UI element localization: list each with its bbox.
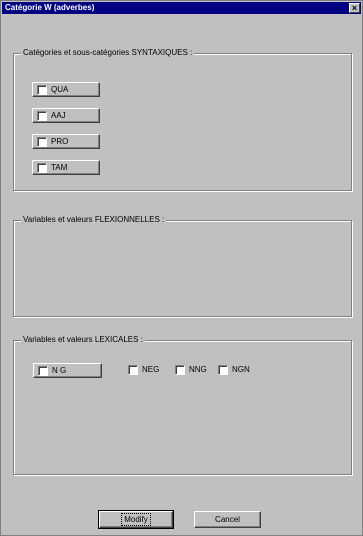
syntax-group: Catégories et sous-catégories SYNTAXIQUE…	[13, 48, 352, 191]
close-button[interactable]: ×	[349, 3, 360, 13]
qua-button[interactable]: QUA	[32, 82, 100, 97]
neg-checkbox[interactable]	[128, 365, 138, 375]
lex-group-title: Variables et valeurs LEXICALES :	[21, 335, 145, 345]
tam-checkbox[interactable]	[37, 163, 47, 173]
cancel-label: Cancel	[215, 515, 240, 524]
cancel-button[interactable]: Cancel	[194, 511, 261, 528]
neg-label: NEG	[142, 365, 160, 374]
nng-checkbox[interactable]	[175, 365, 185, 375]
modify-button[interactable]: Modify	[98, 510, 174, 529]
aaj-button[interactable]: AAJ	[32, 108, 100, 123]
pro-label: PRO	[51, 137, 69, 146]
title-bar: Catégorie W (adverbes) ×	[2, 2, 361, 14]
ng-label: N G	[52, 366, 67, 375]
close-icon: ×	[351, 3, 358, 13]
flex-group-title: Variables et valeurs FLEXIONNELLES :	[21, 215, 167, 225]
aaj-checkbox[interactable]	[37, 111, 47, 121]
syntax-group-title: Catégories et sous-catégories SYNTAXIQUE…	[21, 48, 195, 58]
pro-button[interactable]: PRO	[32, 134, 100, 149]
modify-label: Modify	[121, 513, 151, 526]
tam-label: TAM	[51, 163, 68, 172]
flex-group: Variables et valeurs FLEXIONNELLES :	[13, 215, 352, 317]
qua-checkbox[interactable]	[37, 85, 47, 95]
nng-label: NNG	[189, 365, 207, 374]
qua-label: QUA	[51, 85, 69, 94]
pro-checkbox[interactable]	[37, 137, 47, 147]
ngn-label: NGN	[232, 365, 250, 374]
ng-button[interactable]: N G	[33, 363, 102, 378]
dialog-window: Catégorie W (adverbes) × Catégories et s…	[0, 0, 363, 536]
ng-checkbox[interactable]	[38, 366, 48, 376]
lex-group: Variables et valeurs LEXICALES : N G NEG…	[13, 335, 352, 475]
window-title: Catégorie W (adverbes)	[5, 3, 95, 12]
aaj-label: AAJ	[51, 111, 66, 120]
tam-button[interactable]: TAM	[32, 160, 100, 175]
ngn-checkbox[interactable]	[218, 365, 228, 375]
